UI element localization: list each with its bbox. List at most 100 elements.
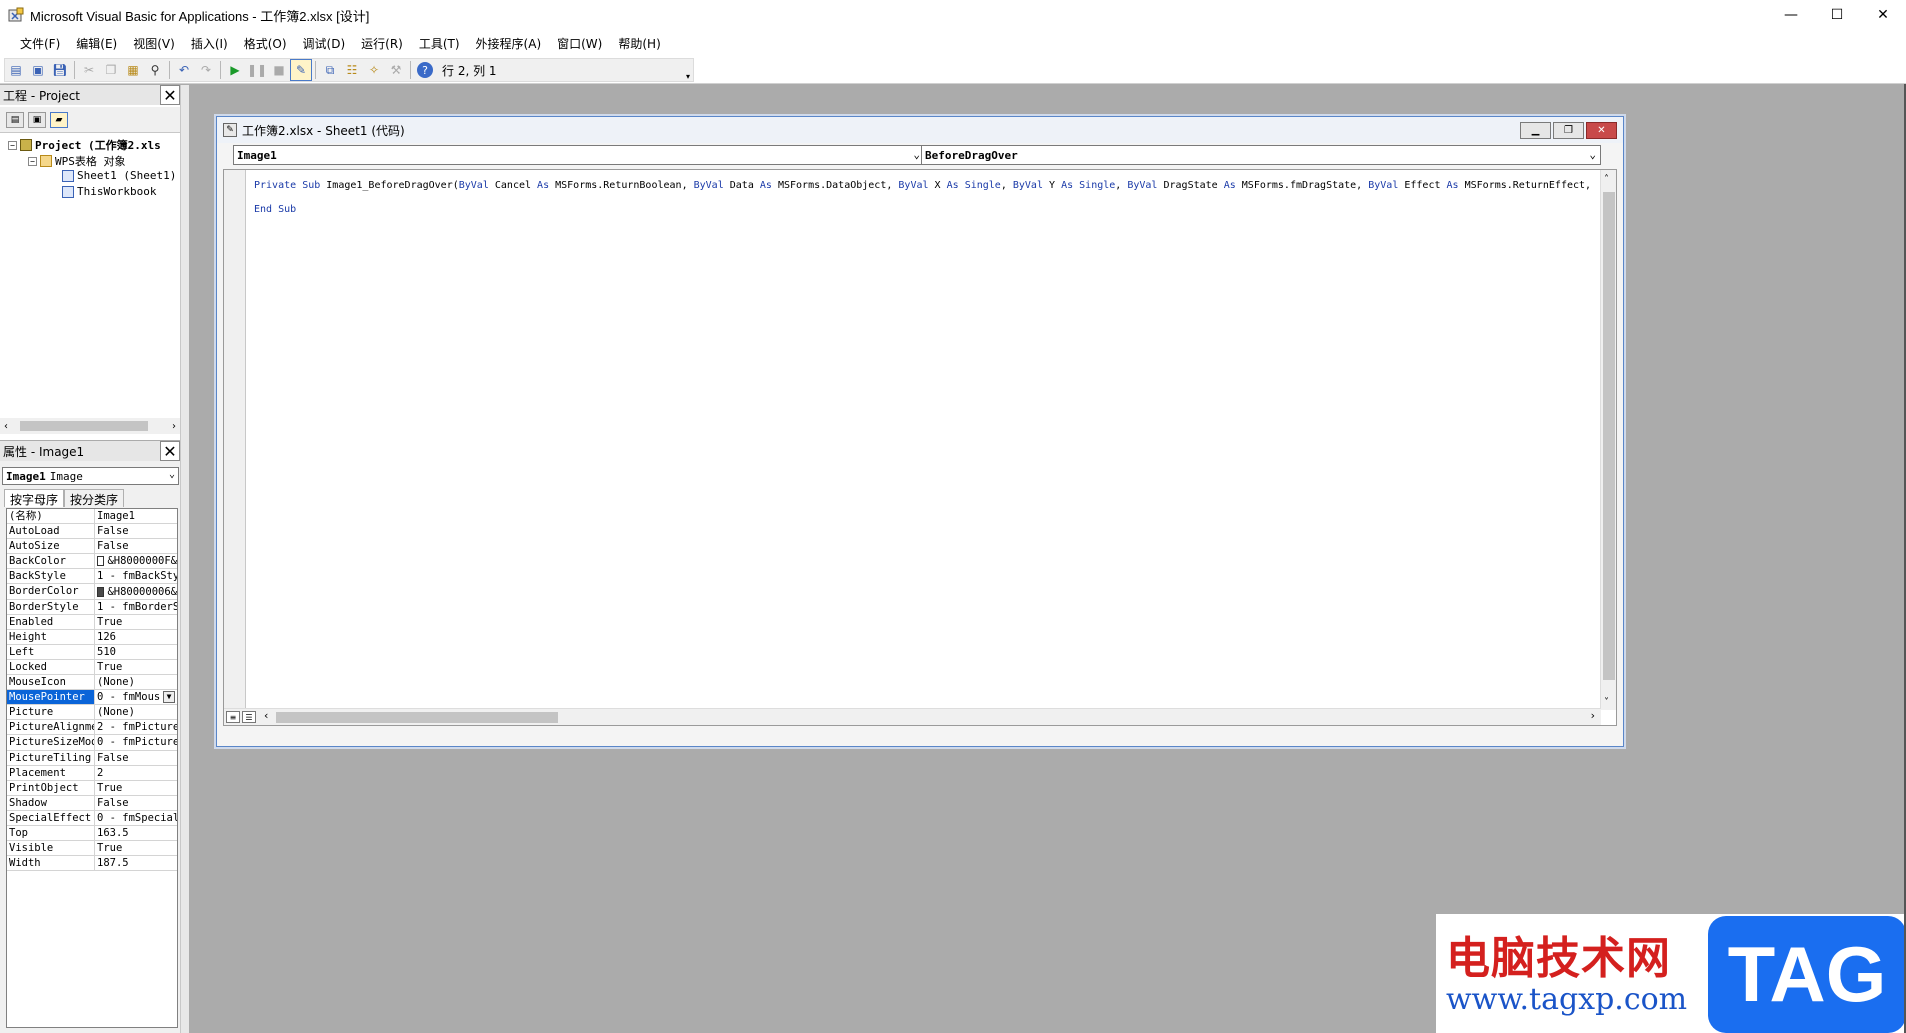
minimize-button[interactable]: —	[1768, 0, 1814, 30]
property-value[interactable]: False	[95, 524, 177, 538]
property-value[interactable]: 1 - fmBorderS	[95, 600, 177, 614]
design-mode-icon[interactable]: ✎	[290, 59, 312, 81]
scroll-thumb[interactable]	[276, 712, 558, 723]
tree-node-sheet1[interactable]: Sheet1 (Sheet1)	[62, 169, 176, 182]
view-object-icon[interactable]: ▣	[28, 111, 46, 128]
help-icon[interactable]: ?	[417, 62, 433, 78]
code-hscrollbar[interactable]: ≡ ☰ ‹ ›	[224, 708, 1601, 725]
code-restore-button[interactable]: ❐	[1553, 122, 1584, 139]
scroll-right-icon[interactable]: ›	[172, 421, 176, 432]
code-text[interactable]: Private Sub Image1_BeforeDragOver(ByVal …	[254, 174, 1591, 222]
chevron-down-icon[interactable]: ⌄	[1589, 148, 1596, 161]
margin-indicator-bar[interactable]	[224, 170, 246, 725]
menu-tools[interactable]: 工具(T)	[411, 35, 468, 52]
property-row[interactable]: BorderColor &H80000006&	[7, 584, 177, 600]
break-icon[interactable]: ❚❚	[246, 59, 268, 81]
property-row[interactable]: PrintObject True	[7, 780, 177, 796]
run-icon[interactable]: ▶	[224, 59, 246, 81]
property-row[interactable]: Left 510	[7, 644, 177, 660]
tree-node-thisworkbook[interactable]: ThisWorkbook	[62, 185, 156, 198]
object-browser-icon[interactable]: ✧	[363, 59, 385, 81]
pane-divider[interactable]	[180, 85, 189, 1033]
copy-icon[interactable]: ❐	[100, 59, 122, 81]
property-row[interactable]: Width 187.5	[7, 856, 177, 872]
property-value[interactable]: 163.5	[95, 826, 177, 840]
scroll-right-icon[interactable]: ›	[1591, 709, 1595, 722]
menu-edit[interactable]: 编辑(E)	[68, 35, 125, 52]
property-value[interactable]: True	[95, 615, 177, 629]
property-value[interactable]: False	[95, 796, 177, 810]
property-row[interactable]: PictureAlignme 2 - fmPicture	[7, 720, 177, 736]
property-value[interactable]: Image1	[95, 509, 177, 523]
cut-icon[interactable]: ✂	[78, 59, 100, 81]
menu-window[interactable]: 窗口(W)	[549, 35, 610, 52]
tab-categorized[interactable]: 按分类序	[64, 489, 125, 507]
code-vscrollbar[interactable]: ˄ ˅	[1600, 170, 1616, 710]
property-value[interactable]: False	[95, 539, 177, 553]
save-icon[interactable]: 💾︎	[49, 59, 71, 81]
property-row[interactable]: MouseIcon (None)	[7, 675, 177, 691]
property-row[interactable]: Height 126	[7, 629, 177, 645]
property-value[interactable]: 2 - fmPicture	[95, 720, 177, 734]
procedure-view-icon[interactable]: ≡	[226, 711, 240, 723]
maximize-button[interactable]: ☐	[1814, 0, 1860, 30]
procedure-combo[interactable]: BeforeDragOver ⌄	[921, 145, 1601, 165]
collapse-icon[interactable]: −	[28, 156, 37, 166]
view-code-icon[interactable]: ▤	[6, 111, 24, 128]
property-row[interactable]: AutoLoad False	[7, 524, 177, 540]
property-row[interactable]: (名称) Image1	[7, 509, 177, 525]
property-row[interactable]: PictureTiling False	[7, 750, 177, 766]
code-close-button[interactable]: ✕	[1586, 122, 1617, 139]
property-row[interactable]: Locked True	[7, 659, 177, 676]
project-hscrollbar[interactable]: ‹ ›	[0, 418, 180, 434]
collapse-icon[interactable]: −	[8, 140, 17, 150]
tab-alphabetic[interactable]: 按字母序	[4, 489, 65, 507]
properties-icon[interactable]: ☷	[341, 59, 363, 81]
menu-view[interactable]: 视图(V)	[125, 35, 183, 52]
scroll-thumb[interactable]	[1603, 192, 1615, 680]
property-value[interactable]: True	[95, 841, 177, 855]
property-value[interactable]: (None)	[95, 675, 177, 689]
menu-run[interactable]: 运行(R)	[353, 35, 411, 52]
property-value[interactable]: True	[95, 660, 177, 674]
close-icon[interactable]: ✕	[160, 441, 180, 461]
scroll-thumb[interactable]	[20, 421, 148, 431]
code-line[interactable]: End Sub	[254, 198, 1591, 222]
find-icon[interactable]: ⚲	[144, 59, 166, 81]
property-value[interactable]: 187.5	[95, 856, 177, 870]
tree-node-wps-objects[interactable]: − WPS表格 对象	[28, 153, 126, 169]
property-value[interactable]: 0 - fmSpecial	[95, 811, 177, 825]
property-value[interactable]: 1 - fmBackSty	[95, 569, 177, 583]
property-row[interactable]: Top 163.5	[7, 825, 177, 842]
property-row[interactable]: MousePointer 0 - fmMous ▼	[7, 690, 177, 706]
menu-debug[interactable]: 调试(D)	[295, 35, 354, 52]
toolbox-icon[interactable]: ⚒	[385, 59, 407, 81]
property-row[interactable]: Picture (None)	[7, 705, 177, 721]
property-row[interactable]: PictureSizeMod 0 - fmPicture	[7, 735, 177, 751]
property-value[interactable]: 126	[95, 630, 177, 644]
property-value[interactable]: (None)	[95, 705, 177, 719]
undo-icon[interactable]: ↶	[173, 59, 195, 81]
property-row[interactable]: Placement 2	[7, 765, 177, 781]
property-row[interactable]: Shadow False	[7, 795, 177, 811]
property-row[interactable]: AutoSize False	[7, 539, 177, 555]
object-combo[interactable]: Image1 ⌄	[233, 145, 925, 165]
property-row[interactable]: BackColor &H8000000F&	[7, 554, 177, 570]
menu-addins[interactable]: 外接程序(A)	[468, 35, 550, 52]
scroll-down-icon[interactable]: ˅	[1604, 697, 1609, 708]
code-minimize-button[interactable]: ▁	[1520, 122, 1551, 139]
property-value[interactable]: 0 - fmPicture	[95, 735, 177, 749]
code-editor[interactable]: Private Sub Image1_BeforeDragOver(ByVal …	[223, 169, 1617, 726]
menu-insert[interactable]: 插入(I)	[183, 35, 236, 52]
excel-view-icon[interactable]: ▤	[5, 59, 27, 81]
menu-file[interactable]: 文件(F)	[12, 35, 68, 52]
chevron-down-icon[interactable]: ▼	[163, 691, 175, 704]
insert-form-icon[interactable]: ▣	[27, 59, 49, 81]
property-value[interactable]: 2	[95, 766, 177, 780]
property-value[interactable]: True	[95, 781, 177, 795]
scroll-up-icon[interactable]: ˄	[1604, 174, 1609, 185]
scroll-left-icon[interactable]: ‹	[4, 421, 8, 432]
object-selector[interactable]: Image1 Image ⌄	[2, 467, 179, 485]
tree-node-project[interactable]: − Project (工作簿2.xls	[8, 137, 161, 153]
property-value[interactable]: &H80000006&	[95, 584, 177, 598]
